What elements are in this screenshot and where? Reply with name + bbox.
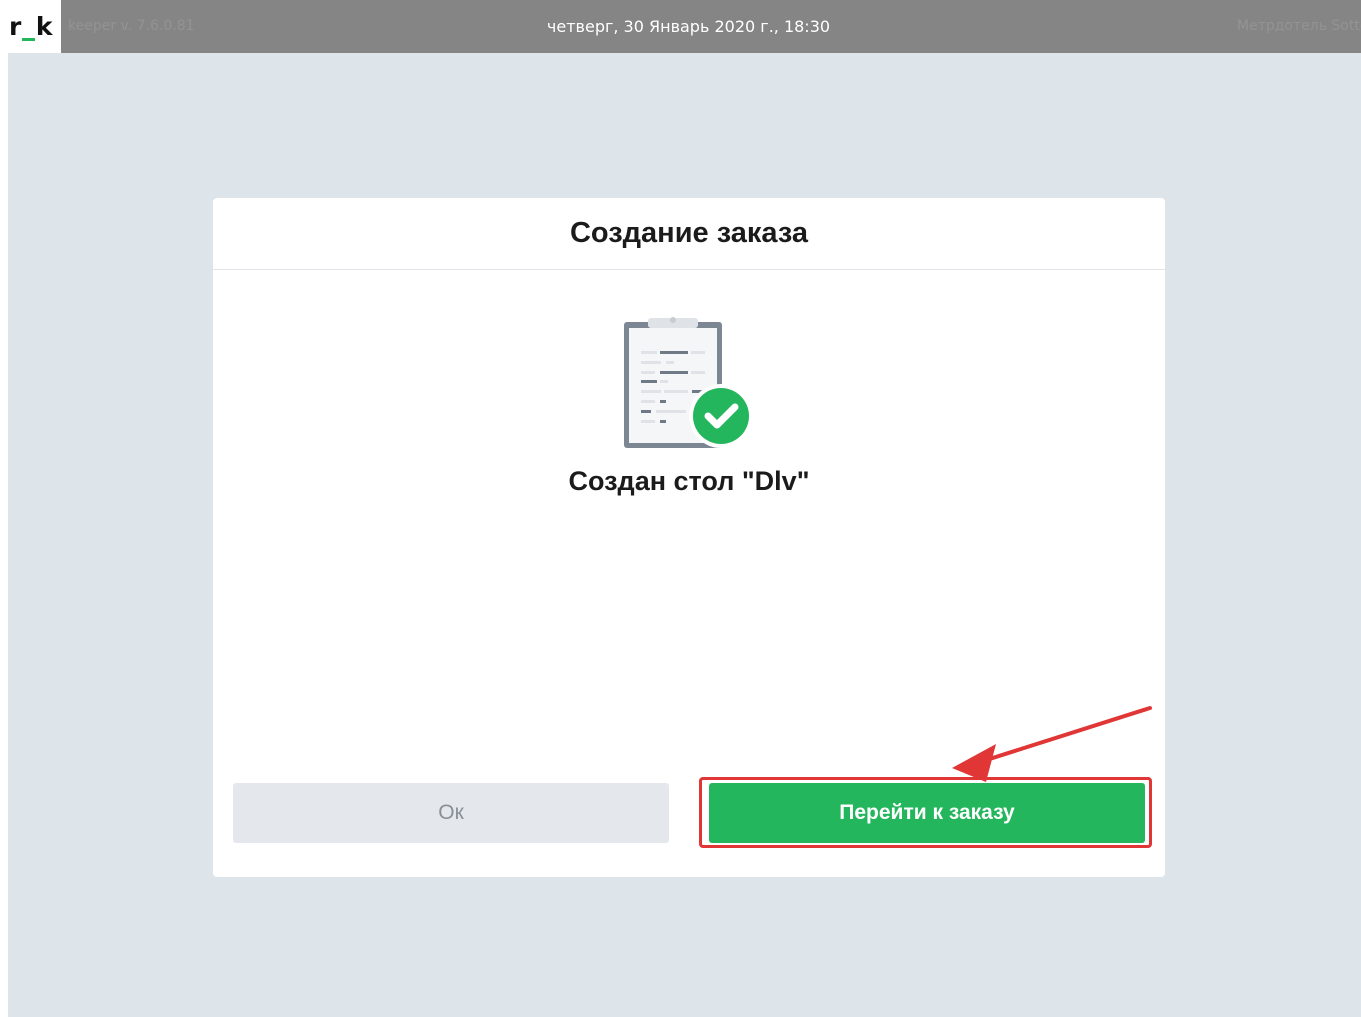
dialog-title: Создание заказа <box>569 217 809 249</box>
app-window: rk keeper v. 7.6.0.81 четверг, 30 Январь… <box>0 0 1361 1017</box>
created-table-message: Создан стол "Dlv" <box>568 466 810 496</box>
user-role: Метрдотель Sotto <box>1237 18 1361 34</box>
ok-button[interactable]: Ок <box>233 783 669 843</box>
go-to-order-button[interactable]: Перейти к заказу <box>709 783 1145 843</box>
dialog-header: Создание заказа <box>213 198 1165 270</box>
top-bar: rk keeper v. 7.6.0.81 четверг, 30 Январь… <box>0 0 1361 53</box>
current-datetime: четверг, 30 Январь 2020 г., 18:30 <box>546 17 831 36</box>
annotation-arrow-icon <box>952 706 1152 782</box>
logo-underscore <box>21 38 35 41</box>
clipboard-check-icon <box>624 317 753 448</box>
